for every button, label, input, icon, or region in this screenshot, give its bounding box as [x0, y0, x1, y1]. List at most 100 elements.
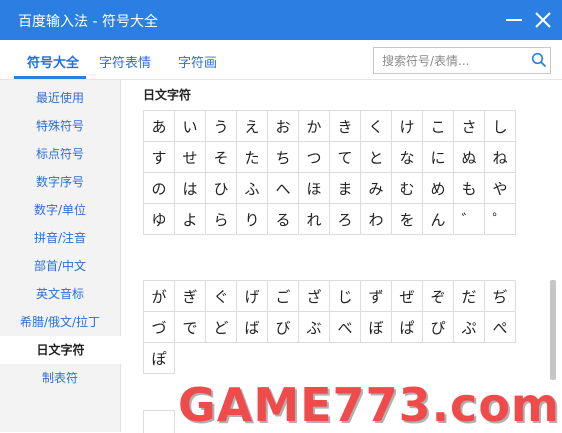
symbol-cell[interactable]: し [484, 110, 516, 142]
minimize-icon[interactable] [502, 8, 526, 32]
symbol-cell[interactable]: が [143, 280, 175, 312]
symbol-cell[interactable]: ふ [236, 172, 268, 204]
symbol-cell[interactable]: ゆ [143, 203, 175, 235]
sidebar-item-pinyin[interactable]: 拼音/注音 [0, 224, 120, 252]
symbol-cell[interactable]: ぎ [174, 280, 206, 312]
symbol-cell[interactable]: な [391, 141, 423, 173]
symbol-cell[interactable]: ぞ [422, 280, 454, 312]
sidebar-item-punctuation[interactable]: 标点符号 [0, 140, 120, 168]
sidebar-item-numbers-units[interactable]: 数字/单位 [0, 196, 120, 224]
symbol-cell[interactable]: ぽ [143, 342, 175, 374]
symbol-cell[interactable]: ら [205, 203, 237, 235]
search-input[interactable] [380, 50, 532, 72]
symbol-cell[interactable]: も [453, 172, 485, 204]
symbol-cell[interactable]: け [391, 110, 423, 142]
symbol-cell[interactable]: ご [267, 280, 299, 312]
sidebar-item-greek-russian-latin[interactable]: 希腊/俄文/拉丁 [0, 308, 120, 336]
symbol-cell[interactable]: ひ [205, 172, 237, 204]
symbol-cell[interactable]: み [360, 172, 392, 204]
symbol-cell[interactable]: ぶ [298, 311, 330, 343]
symbol-cell[interactable]: む [391, 172, 423, 204]
symbol-cell[interactable]: た [236, 141, 268, 173]
symbol-cell[interactable] [143, 410, 175, 433]
tab-emoticons[interactable]: 字符表情 [99, 52, 151, 71]
tab-ascii-art[interactable]: 字符画 [178, 52, 217, 71]
title-bar: 百度输入法 - 符号大全 [0, 0, 562, 40]
symbol-cell[interactable]: ぐ [205, 280, 237, 312]
symbol-cell[interactable]: や [484, 172, 516, 204]
grid-row: がぎぐげござじずぜぞだぢ [143, 280, 516, 312]
symbol-cell[interactable]: じ [329, 280, 361, 312]
sidebar-item-special[interactable]: 特殊符号 [0, 112, 120, 140]
symbol-cell[interactable]: だ [453, 280, 485, 312]
symbol-cell[interactable]: そ [205, 141, 237, 173]
symbol-cell[interactable]: れ [298, 203, 330, 235]
symbol-cell[interactable]: の [143, 172, 175, 204]
sidebar-item-japanese[interactable]: 日文字符 [0, 336, 121, 364]
symbol-cell[interactable]: ゛ [453, 203, 485, 235]
symbol-cell[interactable]: こ [422, 110, 454, 142]
symbol-cell[interactable]: て [329, 141, 361, 173]
symbol-cell[interactable]: す [143, 141, 175, 173]
symbol-cell[interactable]: ぱ [391, 311, 423, 343]
symbol-cell[interactable]: ぜ [391, 280, 423, 312]
symbol-cell[interactable]: づ [143, 311, 175, 343]
scrollbar-thumb[interactable] [550, 280, 556, 380]
symbol-cell[interactable]: う [205, 110, 237, 142]
window-title: 百度输入法 - 符号大全 [18, 14, 158, 30]
symbol-cell[interactable]: ぷ [453, 311, 485, 343]
symbol-cell[interactable]: と [360, 141, 392, 173]
symbol-cell[interactable]: ぼ [360, 311, 392, 343]
sidebar-item-radicals[interactable]: 部首/中文 [0, 252, 120, 280]
grid-row: づでどばびぶべぼぱぴぷぺ [143, 311, 516, 343]
symbol-cell[interactable]: ず [360, 280, 392, 312]
symbol-cell[interactable]: か [298, 110, 330, 142]
symbol-cell[interactable]: ぴ [422, 311, 454, 343]
symbol-cell[interactable]: げ [236, 280, 268, 312]
symbol-cell[interactable]: ね [484, 141, 516, 173]
symbol-cell[interactable]: ぺ [484, 311, 516, 343]
symbol-cell[interactable]: ど [205, 311, 237, 343]
symbol-cell[interactable]: さ [453, 110, 485, 142]
close-icon[interactable] [531, 8, 555, 32]
symbol-cell[interactable]: べ [329, 311, 361, 343]
symbol-cell[interactable]: き [329, 110, 361, 142]
symbol-cell[interactable]: ち [267, 141, 299, 173]
sidebar-item-recent[interactable]: 最近使用 [0, 84, 120, 112]
symbol-cell[interactable]: せ [174, 141, 206, 173]
symbol-cell[interactable]: あ [143, 110, 175, 142]
symbol-cell[interactable]: よ [174, 203, 206, 235]
sidebar-item-number-sequence[interactable]: 数字序号 [0, 168, 120, 196]
dakuten-kana-grid: がぎぐげござじずぜぞだぢづでどばびぶべぼぱぴぷぺぽ [143, 280, 516, 374]
symbol-cell[interactable]: ぢ [484, 280, 516, 312]
search-icon[interactable] [531, 52, 547, 68]
symbol-cell[interactable]: ぬ [453, 141, 485, 173]
symbol-cell[interactable]: ほ [298, 172, 330, 204]
grid-row: のはひふへほまみむめもや [143, 172, 516, 204]
symbol-cell[interactable]: び [267, 311, 299, 343]
symbol-cell[interactable]: る [267, 203, 299, 235]
sidebar-item-box-drawing[interactable]: 制表符 [0, 364, 120, 392]
symbol-cell[interactable]: く [360, 110, 392, 142]
symbol-cell[interactable]: わ [360, 203, 392, 235]
tab-symbols[interactable]: 符号大全 [27, 52, 79, 71]
symbol-cell[interactable]: ゜ [484, 203, 516, 235]
symbol-cell[interactable]: ざ [298, 280, 330, 312]
symbol-cell[interactable]: で [174, 311, 206, 343]
symbol-cell[interactable]: を [391, 203, 423, 235]
symbol-cell[interactable]: ろ [329, 203, 361, 235]
symbol-cell[interactable]: ま [329, 172, 361, 204]
search-box [373, 47, 551, 74]
sidebar-item-phonetic[interactable]: 英文音标 [0, 280, 120, 308]
symbol-cell[interactable]: ん [422, 203, 454, 235]
symbol-cell[interactable]: ば [236, 311, 268, 343]
symbol-cell[interactable]: に [422, 141, 454, 173]
symbol-cell[interactable]: つ [298, 141, 330, 173]
symbol-cell[interactable]: は [174, 172, 206, 204]
symbol-cell[interactable]: り [236, 203, 268, 235]
symbol-cell[interactable]: え [236, 110, 268, 142]
symbol-cell[interactable]: い [174, 110, 206, 142]
symbol-cell[interactable]: め [422, 172, 454, 204]
symbol-cell[interactable]: へ [267, 172, 299, 204]
symbol-cell[interactable]: お [267, 110, 299, 142]
